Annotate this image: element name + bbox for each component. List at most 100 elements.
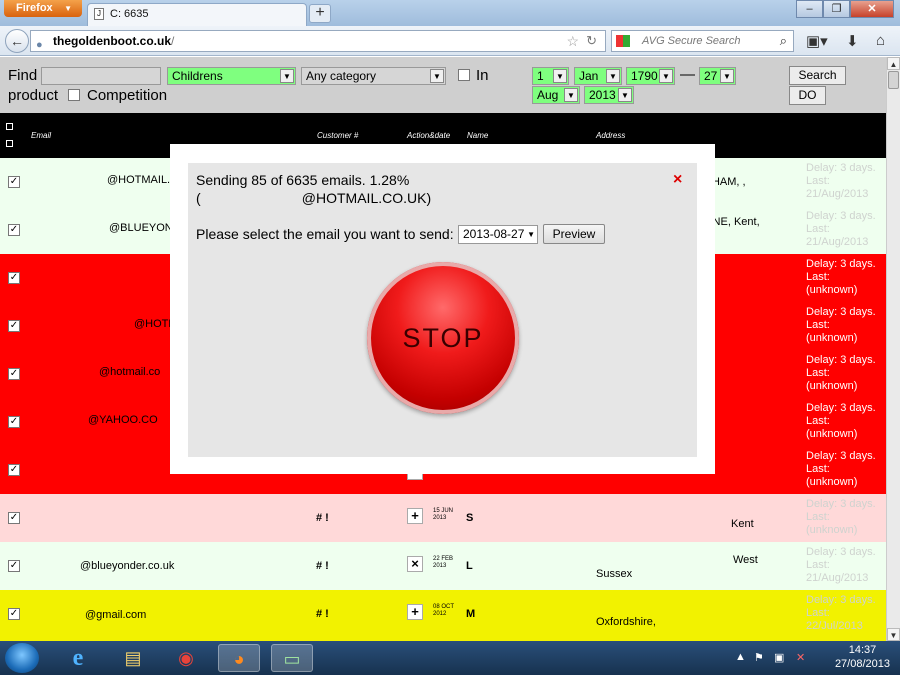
sending-dialog-body: Sending 85 of 6635 emails. 1.28% ( @HOTM…	[188, 163, 697, 457]
network-icon[interactable]: ▣	[774, 651, 784, 664]
row-name: S	[466, 512, 474, 524]
search-icon[interactable]: ⌕	[780, 31, 787, 51]
row-checkbox[interactable]: ✓	[8, 608, 20, 620]
search-button[interactable]: Search	[789, 66, 846, 85]
row-checkbox[interactable]: ✓	[8, 272, 20, 284]
reload-icon[interactable]: ↻	[586, 31, 597, 51]
url-path: /	[171, 34, 175, 48]
preview-button[interactable]: Preview	[543, 224, 605, 244]
scroll-thumb[interactable]	[888, 71, 899, 89]
row-checkbox[interactable]: ✓	[8, 416, 20, 428]
from-day-select[interactable]: 1 ▼	[532, 67, 569, 85]
table-row[interactable]: ✓ @gmail.com # ! + 08 OCT 2012 M Oxfordsh…	[0, 590, 886, 641]
find-product-input[interactable]	[41, 67, 161, 85]
filter-bar: Find product Competition Childrens ▼ Any …	[0, 57, 886, 113]
table-row[interactable]: ✓ @blueyonder.co.uk # ! × 22 FEB 2013 L W…	[0, 542, 886, 590]
category-select[interactable]: Childrens ▼	[167, 67, 296, 85]
browser-titlebar: Firefox ▼ J C: 6635 + – ❐ ✕	[0, 0, 900, 26]
any-category-value: Any category	[306, 69, 377, 83]
volume-muted-icon[interactable]: ✕	[796, 651, 805, 664]
action-center-flag-icon[interactable]: ⚑	[754, 651, 764, 664]
delay-text: Delay: 3 days.	[806, 546, 876, 558]
last-date: (unknown)	[806, 380, 858, 392]
row-address: Oxfordshire,	[596, 616, 656, 628]
last-date: 22/Jul/2013	[806, 620, 863, 632]
start-button[interactable]	[5, 643, 39, 673]
from-month-value: Jan	[579, 69, 599, 83]
firefox-taskbar-icon[interactable]: ◕	[218, 644, 260, 672]
page-scrollbar[interactable]: ▲ ▼	[886, 57, 900, 641]
navigation-toolbar: ← ● thegoldenboot.co.uk/ ☆ ↻ AVG Secure …	[0, 26, 900, 56]
row-delay: Delay: 3 days. Last: 21/Aug/2013	[806, 546, 876, 585]
bookmark-star-icon[interactable]: ☆	[566, 31, 579, 51]
from-year-select[interactable]: 1790 ▼	[626, 67, 675, 85]
scroll-up-icon[interactable]: ▲	[887, 57, 900, 70]
from-month-select[interactable]: Jan ▼	[574, 67, 622, 85]
chrome-icon[interactable]: ◉	[165, 644, 207, 672]
chevron-down-icon: ▼	[564, 88, 578, 102]
sending-progress-text: Sending 85 of 6635 emails. 1.28%	[196, 172, 410, 188]
row-date-year: 2013	[433, 563, 447, 569]
to-day-select[interactable]: 27 ▼	[699, 67, 736, 85]
scroll-down-icon[interactable]: ▼	[887, 628, 900, 641]
row-delay: Delay: 3 days. Last: 22/Jul/2013	[806, 594, 876, 633]
row-checkbox[interactable]: ✓	[8, 224, 20, 236]
minimize-icon[interactable]: –	[796, 0, 823, 18]
row-delay: Delay: 3 days. Last: (unknown)	[806, 450, 876, 489]
row-address: West	[733, 554, 758, 566]
to-month-select[interactable]: Aug ▼	[532, 86, 580, 104]
chevron-down-icon: ▼	[64, 4, 72, 13]
table-row[interactable]: ✓ # ! + 15 JUN 2013 S Kent Delay: 3 days.…	[0, 494, 886, 542]
delay-text: Delay: 3 days.	[806, 210, 876, 222]
internet-explorer-icon[interactable]: e	[57, 644, 99, 672]
search-input[interactable]: AVG Secure Search ⌕	[611, 30, 794, 52]
row-checkbox[interactable]: ✓	[8, 320, 20, 332]
category-select-value: Childrens	[172, 69, 223, 83]
row-action-plus-icon[interactable]: +	[407, 508, 423, 524]
last-date: 21/Aug/2013	[806, 188, 869, 200]
last-label: Last:	[806, 607, 830, 619]
new-tab-button[interactable]: +	[309, 4, 331, 23]
row-checkbox[interactable]: ✓	[8, 512, 20, 524]
any-category-select[interactable]: Any category ▼	[301, 67, 446, 85]
row-checkbox[interactable]: ✓	[8, 464, 20, 476]
remote-desktop-icon[interactable]: ▭	[271, 644, 313, 672]
row-checkbox[interactable]: ✓	[8, 560, 20, 572]
chevron-down-icon: ▼	[606, 69, 620, 83]
tab-current[interactable]: J C: 6635	[87, 3, 307, 26]
file-explorer-icon[interactable]: ▤	[112, 644, 154, 672]
clock-date: 27/08/2013	[834, 658, 890, 670]
home-icon[interactable]: ⌂	[876, 32, 885, 49]
row-date-year: 2012	[433, 611, 447, 617]
stop-button[interactable]: STOP	[367, 262, 519, 414]
row-action-plus-icon[interactable]: +	[407, 604, 423, 620]
close-window-icon[interactable]: ✕	[850, 0, 894, 18]
do-button[interactable]: DO	[789, 86, 826, 105]
delay-text: Delay: 3 days.	[806, 306, 876, 318]
from-year-value: 1790	[631, 69, 658, 83]
in-checkbox[interactable]	[458, 69, 470, 81]
row-action-x-icon[interactable]: ×	[407, 556, 423, 572]
select-all-checkbox[interactable]	[6, 140, 13, 147]
firefox-menu-button[interactable]: Firefox ▼	[4, 0, 82, 17]
email-date-select[interactable]: 2013-08-27 ▼	[458, 225, 538, 244]
expand-icon[interactable]	[6, 123, 13, 130]
email-date-value: 2013-08-27	[463, 227, 525, 241]
back-button[interactable]: ←	[5, 29, 29, 53]
bookmarks-menu-icon[interactable]: ▣▾	[806, 32, 828, 50]
close-dialog-icon[interactable]: ×	[673, 171, 682, 189]
last-label: Last:	[806, 511, 830, 523]
row-checkbox[interactable]: ✓	[8, 176, 20, 188]
col-customer: Customer #	[317, 131, 359, 140]
address-bar[interactable]: ● thegoldenboot.co.uk/ ☆ ↻	[30, 30, 606, 52]
maximize-icon[interactable]: ❐	[823, 0, 850, 18]
row-delay: Delay: 3 days. Last: (unknown)	[806, 306, 876, 345]
row-checkbox[interactable]: ✓	[8, 368, 20, 380]
system-clock[interactable]: 14:37 27/08/2013	[835, 643, 890, 671]
tray-chevron-up-icon[interactable]: ▲	[735, 651, 746, 663]
clock-time: 14:37	[848, 644, 877, 656]
row-delay: Delay: 3 days. Last: 21/Aug/2013	[806, 210, 876, 249]
to-year-select[interactable]: 2013 ▼	[584, 86, 634, 104]
downloads-icon[interactable]: ⬇	[846, 32, 859, 50]
competition-checkbox[interactable]	[68, 89, 80, 101]
